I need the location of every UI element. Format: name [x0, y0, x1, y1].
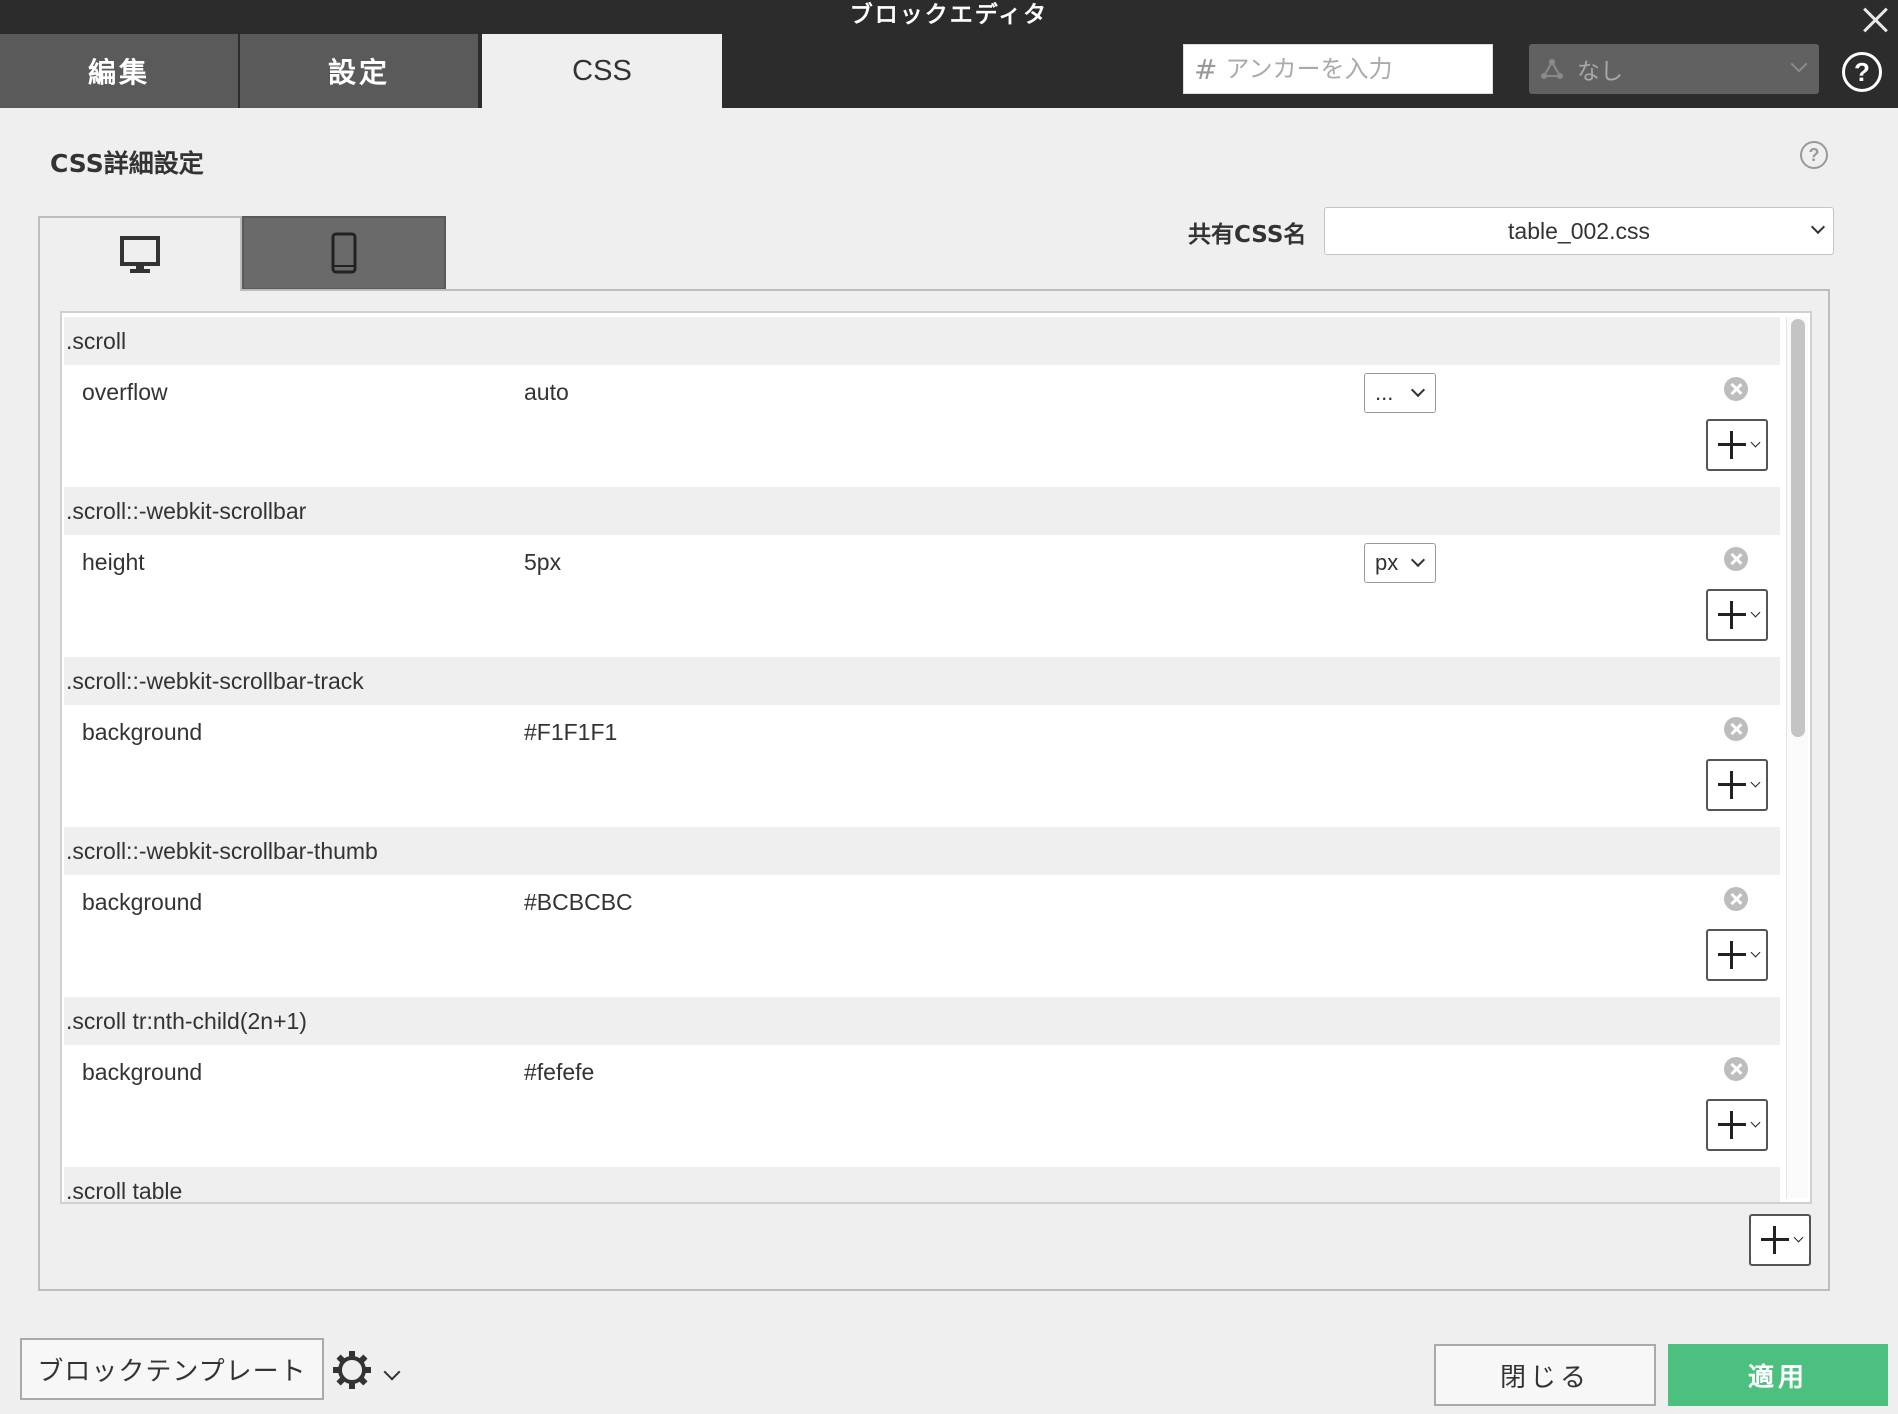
remove-property-icon[interactable]: [1724, 547, 1748, 571]
unit-select[interactable]: px: [1364, 543, 1436, 583]
property-name[interactable]: background: [82, 1059, 202, 1086]
add-property-button[interactable]: [1706, 1099, 1768, 1151]
property-value[interactable]: #fefefe: [524, 1059, 594, 1086]
shared-css-value: table_002.css: [1508, 217, 1650, 244]
add-property-button[interactable]: [1706, 589, 1768, 641]
tab-settings[interactable]: 設定: [240, 34, 478, 108]
apply-button[interactable]: 適用: [1668, 1344, 1888, 1406]
property-value[interactable]: auto: [524, 379, 569, 406]
add-property-button[interactable]: [1706, 759, 1768, 811]
anchor-input[interactable]: [1225, 55, 1476, 83]
selector-row: .scroll::-webkit-scrollbar-track: [64, 657, 1780, 705]
desktop-icon: [120, 235, 160, 273]
tab-smartphone[interactable]: [242, 216, 446, 290]
plus-icon: [1718, 771, 1746, 799]
property-name[interactable]: height: [82, 549, 145, 576]
property-row: height 5px px: [64, 535, 1780, 657]
help-icon[interactable]: ?: [1842, 52, 1882, 92]
property-row: background #BCBCBC: [64, 875, 1780, 997]
tab-edit[interactable]: 編集: [0, 34, 238, 108]
anchor-field[interactable]: #: [1183, 44, 1493, 94]
chevron-down-icon: [1750, 777, 1761, 788]
chevron-down-icon: [1750, 1117, 1761, 1128]
css-rule-list: .scroll overflow auto ... .scroll::-webk…: [60, 311, 1812, 1204]
plus-icon: [1718, 941, 1746, 969]
scrollbar-thumb[interactable]: [1791, 319, 1805, 737]
chevron-down-icon: [1410, 382, 1426, 398]
scrollbar[interactable]: [1786, 317, 1808, 1198]
tab-css[interactable]: CSS: [482, 34, 722, 108]
smartphone-icon: [331, 232, 357, 274]
section-help-icon[interactable]: ?: [1800, 141, 1828, 169]
editor-header: ブロックエディタ 編集 設定 CSS # なし ?: [0, 0, 1898, 108]
selector-row: .scroll::-webkit-scrollbar: [64, 487, 1780, 535]
selector-row: .scroll tr:nth-child(2n+1): [64, 997, 1780, 1045]
unit-select[interactable]: ...: [1364, 373, 1436, 413]
property-row: background #F1F1F1: [64, 705, 1780, 827]
add-property-button[interactable]: [1706, 419, 1768, 471]
remove-property-icon[interactable]: [1724, 717, 1748, 741]
section-title: CSS詳細設定: [50, 149, 204, 178]
shared-css-label: 共有CSS名: [1188, 222, 1307, 248]
chevron-down-icon: [1750, 607, 1761, 618]
window-title: ブロックエディタ: [849, 2, 1049, 28]
chevron-down-icon: [1750, 947, 1761, 958]
chevron-down-icon: [1810, 219, 1826, 235]
network-icon: [1541, 59, 1563, 79]
selector-row: .scroll::-webkit-scrollbar-thumb: [64, 827, 1780, 875]
selector-row: .scroll table: [64, 1167, 1780, 1202]
role-select[interactable]: なし: [1529, 44, 1819, 94]
property-name[interactable]: background: [82, 719, 202, 746]
property-value[interactable]: 5px: [524, 549, 561, 576]
tab-desktop[interactable]: [38, 216, 242, 291]
plus-icon: [1718, 601, 1746, 629]
gear-icon[interactable]: [332, 1350, 372, 1390]
property-row: overflow auto ...: [64, 365, 1780, 487]
chevron-down-icon: [1410, 552, 1426, 568]
property-value[interactable]: #BCBCBC: [524, 889, 633, 916]
hash-icon: #: [1194, 52, 1218, 86]
add-rule-button[interactable]: [1749, 1214, 1811, 1266]
remove-property-icon[interactable]: [1724, 887, 1748, 911]
remove-property-icon[interactable]: [1724, 377, 1748, 401]
plus-icon: [1718, 431, 1746, 459]
unit-value: px: [1375, 550, 1399, 575]
chevron-down-icon: [1793, 1232, 1804, 1243]
chevron-down-icon[interactable]: [383, 1363, 401, 1381]
selector-row: .scroll: [64, 317, 1780, 365]
remove-property-icon[interactable]: [1724, 1057, 1748, 1081]
property-name[interactable]: background: [82, 889, 202, 916]
role-select-value: なし: [1577, 59, 1623, 85]
chevron-down-icon: [1750, 437, 1761, 448]
close-button[interactable]: 閉じる: [1434, 1344, 1656, 1406]
property-value[interactable]: #F1F1F1: [524, 719, 617, 746]
unit-value: ...: [1375, 380, 1394, 405]
chevron-down-icon: [1790, 55, 1808, 73]
plus-icon: [1718, 1111, 1746, 1139]
close-icon[interactable]: [1858, 2, 1892, 36]
add-property-button[interactable]: [1706, 929, 1768, 981]
property-row: background #fefefe: [64, 1045, 1780, 1167]
shared-css-select[interactable]: table_002.css: [1324, 207, 1834, 255]
plus-icon: [1761, 1226, 1789, 1254]
property-name[interactable]: overflow: [82, 379, 168, 406]
block-template-button[interactable]: ブロックテンプレート: [20, 1338, 324, 1400]
